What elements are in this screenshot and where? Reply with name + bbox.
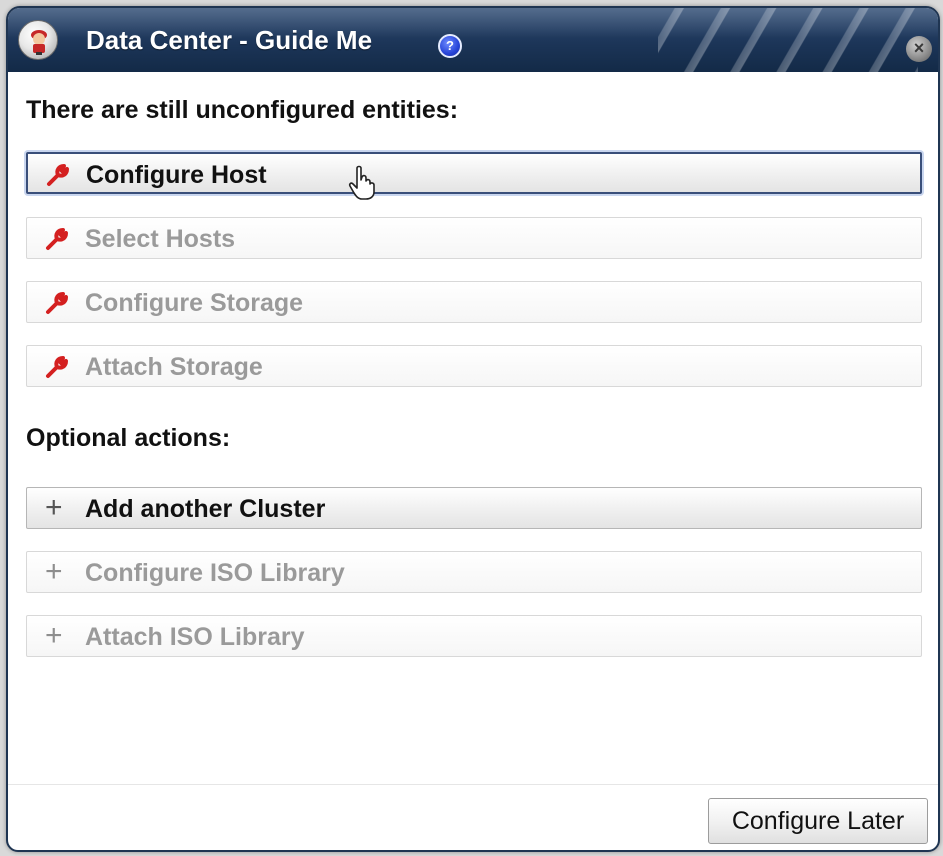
- select-hosts-button[interactable]: Select Hosts: [26, 217, 922, 259]
- configure-host-button[interactable]: Configure Host: [26, 152, 922, 194]
- plus-icon: +: [45, 491, 63, 524]
- dialog-title: Data Center - Guide Me: [86, 25, 373, 55]
- configure-iso-library-button[interactable]: + Configure ISO Library: [26, 551, 922, 593]
- question-icon[interactable]: ?: [438, 34, 462, 58]
- plus-icon: +: [45, 555, 63, 588]
- action-label: Configure ISO Library: [85, 559, 345, 587]
- footer-divider: [8, 784, 938, 785]
- hand-cursor-icon: [348, 165, 375, 200]
- action-label: Configure Storage: [85, 289, 304, 317]
- titlebar-stripes: [658, 8, 918, 72]
- action-label: Attach Storage: [85, 353, 263, 381]
- wrench-icon: [46, 228, 68, 250]
- optional-actions-heading: Optional actions:: [26, 424, 231, 452]
- guide-me-dialog: Data Center - Guide Me ? × There are sti…: [6, 6, 940, 852]
- action-label: Attach ISO Library: [85, 623, 305, 651]
- attach-iso-library-button[interactable]: + Attach ISO Library: [26, 615, 922, 657]
- add-cluster-button[interactable]: + Add another Cluster: [26, 487, 922, 529]
- wrench-icon: [46, 292, 68, 314]
- wrench-icon: [46, 356, 68, 378]
- attach-storage-button[interactable]: Attach Storage: [26, 345, 922, 387]
- configure-storage-button[interactable]: Configure Storage: [26, 281, 922, 323]
- action-label: Add another Cluster: [85, 495, 326, 523]
- dialog-titlebar[interactable]: Data Center - Guide Me ? ×: [8, 8, 938, 72]
- close-icon[interactable]: ×: [906, 36, 932, 62]
- action-label: Select Hosts: [85, 225, 236, 253]
- configure-later-button[interactable]: Configure Later: [708, 798, 928, 844]
- action-label: Configure Host: [86, 161, 267, 189]
- app-logo-icon: [18, 20, 58, 60]
- unconfigured-heading: There are still unconfigured entities:: [26, 96, 459, 124]
- wrench-icon: [47, 164, 69, 186]
- plus-icon: +: [45, 619, 63, 652]
